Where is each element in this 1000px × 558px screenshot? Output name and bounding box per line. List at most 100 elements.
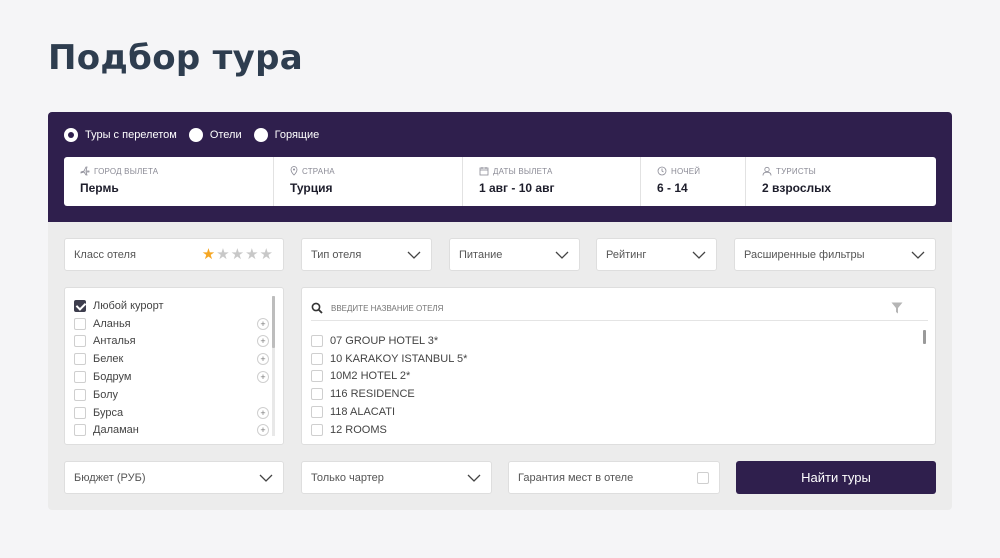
list-item[interactable]: Аланья + [74,315,283,333]
filter-funnel-icon[interactable] [891,302,903,314]
list-item[interactable]: Бурса + [74,404,283,422]
hotel-name: 07 GROUP HOTEL 3* [330,334,439,347]
checkbox[interactable] [311,406,323,419]
hotel-name: 10 KARAKOY ISTANBUL 5* [330,352,468,365]
hotel-name: 118 ALACATI [330,406,396,419]
hotel-name: 10M2 HOTEL 2* [330,370,411,383]
list-item[interactable]: Любой курорт [74,297,283,315]
resort-name: Анталья [93,335,136,348]
radio-button[interactable] [253,128,268,142]
chevron-down-icon [911,251,925,259]
expand-plus-icon[interactable]: + [257,371,269,384]
country-field[interactable]: страна Турция [274,157,463,206]
checkbox[interactable] [697,471,709,484]
field-label: туристы [776,166,816,176]
star-icon[interactable]: ★ [202,247,215,262]
dropdown-label: Питание [459,248,503,261]
list-item[interactable]: 12 ROOMS [311,421,467,439]
guaranteed-rooms-toggle[interactable]: Гарантия мест в отеле [508,461,720,494]
charter-only-dropdown[interactable]: Только чартер [301,461,492,494]
find-tours-button[interactable]: Найти туры [736,461,936,494]
rating-dropdown[interactable]: Рейтинг [596,238,717,271]
checkbox[interactable] [74,388,86,401]
list-item[interactable]: Даламан + [74,422,283,440]
star-icon[interactable]: ★ [260,247,273,262]
meals-dropdown[interactable]: Питание [449,238,580,271]
checkbox[interactable] [311,352,323,365]
scrollbar-thumb[interactable] [923,330,926,344]
checkbox[interactable] [311,370,323,383]
checkbox[interactable] [74,424,86,437]
radio-label: Отели [209,129,242,141]
nights-field[interactable]: ночей 6 - 14 [641,157,746,206]
expand-plus-icon[interactable]: + [257,335,269,348]
dropdown-label: Расширенные фильтры [744,248,865,261]
hotel-search-box [311,296,928,321]
checkbox[interactable] [311,334,323,347]
departure-dates-field[interactable]: даты вылета 1 авг - 10 авг [463,157,641,206]
resort-name: Бурса [93,406,124,419]
star-icon[interactable]: ★ [245,247,258,262]
list-item[interactable]: Белек + [74,350,283,368]
radio-label: Туры с перелетом [85,129,177,141]
checkbox[interactable] [311,388,323,401]
expand-plus-icon[interactable]: + [257,317,269,330]
expand-plus-icon[interactable]: + [257,424,269,437]
checkbox[interactable] [74,353,86,366]
list-item[interactable]: 10M2 HOTEL 2* [311,368,467,386]
radio-button[interactable] [188,128,203,142]
checkbox[interactable] [74,371,86,384]
tour-type-radio-group: Туры с перелетом Отели Горящие [64,128,323,142]
field-label: ночей [671,166,701,176]
list-item[interactable]: Бодрум + [74,368,283,386]
list-item[interactable]: 118 ALACATI [311,403,467,421]
field-label: страна [302,166,335,176]
chevron-down-icon [467,474,481,482]
radio-tours-with-flight[interactable]: Туры с перелетом [64,128,177,142]
checkbox[interactable] [74,317,86,330]
resort-name: Бодрум [93,371,132,384]
hotel-list: 07 GROUP HOTEL 3* 10 KARAKOY ISTANBUL 5*… [311,332,467,439]
dropdown-label: Бюджет (РУБ) [74,471,146,484]
radio-hotels[interactable]: Отели [188,128,242,142]
scrollbar-thumb[interactable] [272,296,275,348]
hotel-type-dropdown[interactable]: Тип отеля [301,238,432,271]
list-item[interactable]: 116 RESIDENCE [311,385,467,403]
list-item[interactable]: 07 GROUP HOTEL 3* [311,332,467,350]
checkbox[interactable] [74,299,86,312]
expand-plus-icon[interactable]: + [257,406,269,419]
budget-dropdown[interactable]: Бюджет (РУБ) [64,461,284,494]
tour-search-panel: Туры с перелетом Отели Горящие город выл… [48,112,952,510]
user-icon [762,166,772,176]
list-item[interactable]: Анталья + [74,333,283,351]
field-label: даты вылета [493,166,553,176]
dropdown-label: Только чартер [311,471,384,484]
plane-icon [80,166,90,176]
hotel-name: 116 RESIDENCE [330,388,415,401]
list-item[interactable]: Болу [74,386,283,404]
star-icon[interactable]: ★ [216,247,229,262]
hotel-search-input[interactable] [331,303,891,313]
departure-city-field[interactable]: город вылета Пермь [64,157,274,206]
checkbox[interactable] [311,423,323,436]
tourists-field[interactable]: туристы 2 взрослых [746,157,936,206]
resort-name: Любой курорт [93,299,164,312]
radio-button[interactable] [64,128,78,142]
list-item[interactable]: 10 KARAKOY ISTANBUL 5* [311,350,467,368]
resort-name: Даламан [93,424,139,437]
advanced-filters-dropdown[interactable]: Расширенные фильтры [734,238,936,271]
radio-hot-deals[interactable]: Горящие [253,128,320,142]
star-icon[interactable]: ★ [231,247,244,262]
checkbox[interactable] [74,406,86,419]
hotel-class-label: Класс отеля [74,248,136,261]
hotel-class-filter[interactable]: Класс отеля ★ ★ ★ ★ ★ [64,238,284,271]
checkbox[interactable] [74,335,86,348]
tourists-value: 2 взрослых [762,181,832,195]
search-icon [311,302,323,314]
page-title: Подбор тура [48,38,303,78]
radio-label: Горящие [274,129,320,141]
expand-plus-icon[interactable]: + [257,353,269,366]
dropdown-label: Тип отеля [311,248,362,261]
filters-row: Класс отеля ★ ★ ★ ★ ★ Тип отеля Питание … [64,238,936,271]
clock-icon [657,166,667,176]
